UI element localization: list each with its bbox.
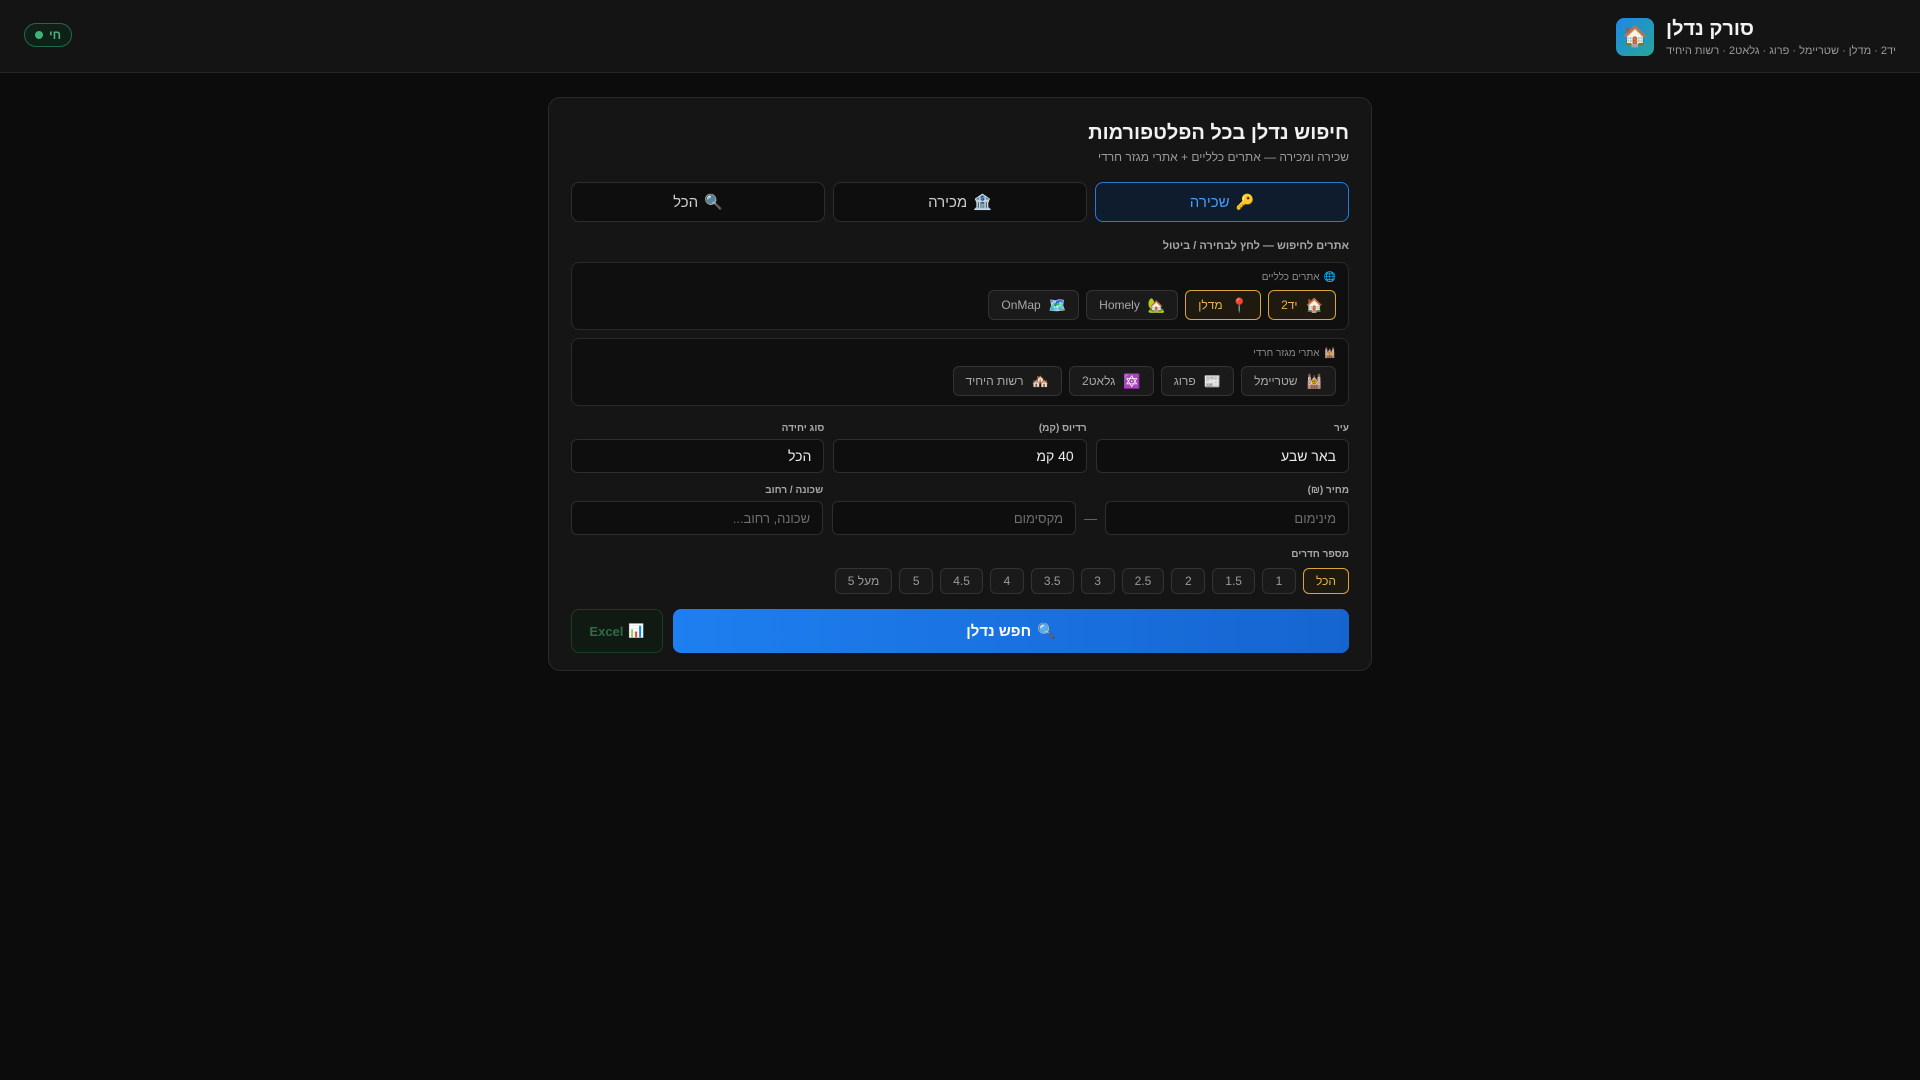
key-icon: 🔑: [1235, 194, 1255, 211]
price-field: מחיר (₪) מינימום — מקסימום: [832, 485, 1349, 535]
bank-icon: 🏦: [973, 194, 992, 211]
mode-label: שכירה: [1189, 193, 1230, 211]
radius-label: רדיוס (קמ): [1038, 423, 1087, 434]
city-label: עיר: [1334, 423, 1349, 434]
site-chip-prog[interactable]: 📰 פרוג: [1160, 366, 1235, 396]
site-label: פרוג: [1173, 374, 1196, 388]
actions-row: 🔍 חפש נדלן 📊 Excel: [571, 609, 1349, 653]
map-icon: 🗺️: [1048, 296, 1067, 313]
site-label: OnMap: [1001, 298, 1041, 312]
site-chip-onmap[interactable]: 🗺️ OnMap: [988, 290, 1080, 320]
room-option[interactable]: מעל 5: [834, 568, 893, 594]
price-min-input[interactable]: מינימום: [1105, 501, 1349, 535]
site-label: גלאט2: [1082, 374, 1116, 388]
search-button[interactable]: 🔍 חפש נדלן: [673, 609, 1349, 653]
general-sites-label: אתרים כלליים: [1261, 272, 1320, 283]
live-dot-icon: [35, 31, 43, 39]
newspaper-icon: 📰: [1203, 372, 1222, 389]
room-option[interactable]: 1.5: [1212, 568, 1255, 594]
mode-label: מכירה: [928, 193, 968, 211]
room-option[interactable]: 2: [1171, 568, 1206, 594]
house-icon: 🏠: [1616, 17, 1655, 56]
synagogue-icon: 🕍: [1323, 348, 1336, 359]
app-title: סורק נדלן: [1666, 18, 1754, 40]
site-label: מדלן: [1198, 298, 1223, 312]
mode-label: הכל: [673, 193, 699, 211]
site-chip-shtreimel[interactable]: 🕍 שטריימל: [1241, 366, 1336, 396]
room-option[interactable]: 1: [1261, 568, 1296, 594]
general-sites-title: 🌐 אתרים כלליים: [584, 272, 1336, 283]
price-inputs: מינימום — מקסימום: [832, 501, 1349, 535]
unit-type-select[interactable]: הכל: [571, 439, 825, 473]
price-separator: —: [1084, 510, 1098, 526]
location-row: עיר באר שבע רדיוס (קמ) 40 קמ סוג יחידה ה…: [571, 423, 1349, 473]
globe-icon: 🌐: [1323, 272, 1336, 283]
price-row: מחיר (₪) מינימום — מקסימום שכונה / רחוב …: [571, 485, 1349, 535]
radius-select[interactable]: 40 קמ: [833, 439, 1087, 473]
chart-icon: 📊: [628, 623, 645, 638]
search-icon: 🔍: [704, 194, 723, 211]
rooms-label: מספר חדרים: [1291, 549, 1349, 560]
mode-rent-tab[interactable]: 🔑 שכירה: [1095, 182, 1349, 222]
live-label: חי: [49, 28, 62, 42]
neighborhood-field: שכונה / רחוב שכונה, רחוב...: [571, 485, 824, 535]
star-of-david-icon: 🔯: [1123, 372, 1141, 389]
site-label: שטריימל: [1254, 374, 1298, 388]
rooms-selector: הכל 1 1.5 2 2.5 3 3.5 4 4.5 5 מעל 5: [571, 568, 1349, 594]
haredi-sites-label: אתרי מגזר חרדי: [1253, 348, 1320, 359]
top-bar: סורק נדלן יד2 · מדלן · שטריימל · פרוג · …: [0, 0, 1920, 73]
mode-all-tab[interactable]: 🔍 הכל: [571, 182, 825, 222]
radius-field: רדיוס (קמ) 40 קמ: [833, 423, 1087, 473]
unit-type-label: סוג יחידה: [781, 423, 825, 434]
room-option[interactable]: 3.5: [1030, 568, 1074, 594]
site-chip-yad2[interactable]: 🏠 יד2: [1268, 290, 1336, 320]
excel-export-button[interactable]: 📊 Excel: [571, 609, 663, 653]
general-sites-chips: 🏠 יד2 📍 מדלן 🏡 Homely 🗺️ OnMap: [584, 290, 1336, 320]
unit-type-field: סוג יחידה הכל: [571, 423, 825, 473]
search-card: חיפוש נדלן בכל הפלטפורמות שכירה ומכירה —…: [548, 97, 1372, 671]
mode-sale-tab[interactable]: 🏦 מכירה: [833, 182, 1087, 222]
site-label: יד2: [1281, 298, 1298, 312]
house-garden-icon: 🏡: [1147, 296, 1166, 313]
excel-label: Excel: [589, 623, 624, 639]
site-chip-homely[interactable]: 🏡 Homely: [1086, 290, 1179, 320]
mode-tabs: 🔑 שכירה 🏦 מכירה 🔍 הכל: [571, 182, 1349, 222]
site-chip-reshut-hayachid[interactable]: 🏘️ רשות היחיד: [952, 366, 1063, 396]
synagogue-icon: 🕍: [1305, 372, 1323, 389]
app-subtitle: יד2 · מדלן · שטריימל · פרוג · גלאט2 · רש…: [1666, 45, 1896, 57]
room-option[interactable]: 2.5: [1121, 568, 1165, 594]
card-title: חיפוש נדלן בכל הפלטפורמות: [1088, 122, 1349, 144]
site-chip-madlan[interactable]: 📍 מדלן: [1185, 290, 1262, 320]
pin-icon: 📍: [1230, 296, 1249, 313]
price-label: מחיר (₪): [1307, 485, 1349, 496]
brand: סורק נדלן יד2 · מדלן · שטריימל · פרוג · …: [1616, 16, 1896, 57]
site-chip-glatt2[interactable]: 🔯 גלאט2: [1069, 366, 1154, 396]
general-sites-group: 🌐 אתרים כלליים 🏠 יד2 📍 מדלן 🏡 Homely 🗺️ …: [571, 262, 1349, 330]
haredi-sites-chips: 🕍 שטריימל 📰 פרוג 🔯 גלאט2 🏘️ רשות היחיד: [584, 366, 1336, 396]
city-select[interactable]: באר שבע: [1095, 439, 1349, 473]
card-subtitle: שכירה ומכירה — אתרים כלליים + אתרי מגזר …: [1097, 150, 1349, 164]
house-icon: 🏠: [1305, 296, 1323, 313]
room-option[interactable]: 5: [899, 568, 934, 594]
search-icon: 🔍: [1037, 623, 1056, 640]
brand-text: סורק נדלן יד2 · מדלן · שטריימל · פרוג · …: [1666, 16, 1896, 57]
city-field: עיר באר שבע: [1095, 423, 1349, 473]
neighborhood-input[interactable]: שכונה, רחוב...: [571, 501, 824, 535]
room-option[interactable]: 4: [989, 568, 1024, 594]
sites-section-label: אתרים לחיפוש — לחץ לבחירה / ביטול: [1162, 240, 1349, 252]
site-label: רשות היחיד: [965, 374, 1024, 388]
room-option[interactable]: 4.5: [940, 568, 983, 594]
haredi-sites-title: 🕍 אתרי מגזר חרדי: [584, 348, 1336, 359]
site-label: Homely: [1099, 298, 1140, 312]
haredi-sites-group: 🕍 אתרי מגזר חרדי 🕍 שטריימל 📰 פרוג 🔯 גלאט…: [571, 338, 1349, 406]
live-status-badge: חי: [24, 23, 73, 47]
room-option[interactable]: הכל: [1302, 568, 1349, 594]
room-option[interactable]: 3: [1080, 568, 1115, 594]
neighborhood-label: שכונה / רחוב: [765, 485, 824, 496]
search-button-label: חפש נדלן: [966, 622, 1032, 640]
houses-icon: 🏘️: [1031, 372, 1050, 389]
price-max-input[interactable]: מקסימום: [832, 501, 1077, 535]
